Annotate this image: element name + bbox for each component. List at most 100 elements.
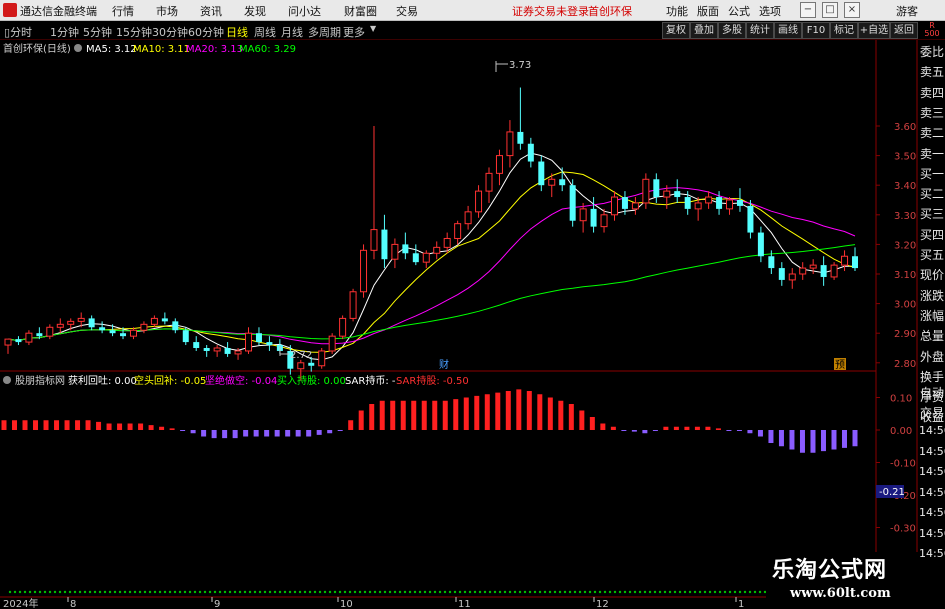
candle-body bbox=[234, 350, 242, 355]
side-quote-item[interactable]: 买一 bbox=[919, 165, 945, 182]
signal-dot bbox=[313, 590, 317, 594]
candle-body bbox=[852, 256, 858, 269]
menu-formula[interactable]: 公式 bbox=[728, 3, 750, 19]
signal-dot bbox=[478, 590, 482, 594]
side-quote-item[interactable]: 卖三 bbox=[919, 104, 945, 121]
f10-button[interactable]: F10 bbox=[802, 22, 830, 39]
indicator-bar bbox=[243, 430, 249, 437]
side-quote-item[interactable]: 买二 bbox=[919, 185, 945, 202]
side-quote-item[interactable]: 买五 bbox=[919, 246, 945, 263]
period-15min[interactable]: 15分钟 bbox=[116, 24, 152, 40]
chevron-down-icon[interactable]: ▼ bbox=[370, 24, 376, 33]
financial-event-marker[interactable]: 财 bbox=[439, 358, 449, 371]
side-quote-item[interactable]: 买三 bbox=[919, 205, 945, 222]
multi-stock-button[interactable]: 多股 bbox=[718, 22, 746, 39]
side-quote-item[interactable]: 现价 bbox=[919, 266, 945, 283]
indicator-bar bbox=[526, 391, 532, 430]
side-trade-item[interactable]: 交易 bbox=[919, 404, 945, 421]
side-quote-item[interactable]: 外盘 bbox=[919, 348, 945, 365]
settings-gear-icon[interactable] bbox=[74, 44, 82, 52]
restore-rights-button[interactable]: 复权 bbox=[662, 22, 690, 39]
candle-body bbox=[339, 317, 347, 337]
watermark: 乐淘公式网 www.60lt.com bbox=[766, 552, 918, 602]
period-5min[interactable]: 5分钟 bbox=[83, 24, 112, 40]
menu-wealth[interactable]: 财富圈 bbox=[344, 3, 377, 19]
signal-dot bbox=[128, 590, 132, 594]
price-axis: 3.60 3.50 3.40 3.30 3.20 3.10 3.00 2.90 2.80 bbox=[876, 122, 916, 370]
signal-dot bbox=[423, 590, 427, 594]
candle-body bbox=[757, 232, 764, 257]
signal-dot bbox=[118, 590, 122, 594]
signal-dot bbox=[648, 590, 652, 594]
add-watchlist-button[interactable]: +自选 bbox=[858, 22, 890, 39]
menu-ask[interactable]: 问小达 bbox=[288, 3, 321, 19]
menu-market-quotes[interactable]: 行情 bbox=[112, 3, 134, 19]
indicator-bar bbox=[253, 430, 259, 437]
signal-dot bbox=[38, 590, 42, 594]
login-notice[interactable]: 证券交易未登录 bbox=[512, 3, 589, 19]
period-30min[interactable]: 30分钟 bbox=[152, 24, 188, 40]
side-quote-item[interactable]: 卖二 bbox=[919, 124, 945, 141]
candle-body bbox=[328, 335, 336, 352]
side-trade-item[interactable]: 自动 bbox=[919, 384, 945, 401]
signal-dot bbox=[463, 590, 467, 594]
menu-market[interactable]: 市场 bbox=[156, 3, 178, 19]
signal-dot bbox=[238, 590, 242, 594]
candle-body bbox=[548, 178, 556, 186]
side-quote-item[interactable]: 总量 bbox=[919, 327, 945, 344]
side-quote-item[interactable]: 委比 bbox=[919, 43, 945, 60]
period-weekly[interactable]: 周线 bbox=[254, 24, 276, 40]
close-icon[interactable]: × bbox=[844, 2, 860, 18]
minimize-icon[interactable]: − bbox=[800, 2, 816, 18]
menu-function[interactable]: 功能 bbox=[666, 3, 688, 19]
signal-dot bbox=[293, 590, 297, 594]
indicator-bar bbox=[694, 426, 700, 430]
menu-news[interactable]: 资讯 bbox=[200, 3, 222, 19]
guest-label[interactable]: 游客 bbox=[896, 3, 918, 19]
menu-layout[interactable]: 版面 bbox=[697, 3, 719, 19]
side-quote-item[interactable]: 买四 bbox=[919, 226, 945, 243]
signal-dot bbox=[578, 590, 582, 594]
period-daily[interactable]: 日线 bbox=[226, 24, 248, 40]
side-quote-item[interactable]: 涨幅 bbox=[919, 307, 945, 324]
signal-dot bbox=[113, 590, 117, 594]
signal-dot bbox=[203, 590, 207, 594]
side-quote-item[interactable]: 换手 bbox=[919, 368, 945, 385]
period-label: 分时 bbox=[10, 26, 33, 39]
side-quote-item[interactable]: 卖一 bbox=[919, 145, 945, 162]
maximize-icon[interactable]: □ bbox=[822, 2, 838, 18]
period-timeshare[interactable]: ▯分时 bbox=[4, 24, 32, 40]
candle-body bbox=[140, 323, 148, 331]
stock-chart[interactable]: 首创环保(日线) MA5: 3.12 MA10: 3.11 MA20: 3.13… bbox=[0, 40, 945, 609]
candle-body bbox=[464, 211, 472, 225]
menu-trade[interactable]: 交易 bbox=[396, 3, 418, 19]
signal-dot bbox=[583, 590, 587, 594]
statistics-button[interactable]: 统计 bbox=[746, 22, 774, 39]
period-multi[interactable]: 多周期 bbox=[308, 24, 341, 40]
back-button[interactable]: 返回 bbox=[890, 22, 918, 39]
side-quote-item[interactable]: 卖五 bbox=[919, 63, 945, 80]
period-60min[interactable]: 60分钟 bbox=[188, 24, 224, 40]
menu-options[interactable]: 选项 bbox=[759, 3, 781, 19]
signal-dot bbox=[433, 590, 437, 594]
period-more[interactable]: 更多 bbox=[343, 24, 365, 40]
high-value: 3.73 bbox=[509, 60, 531, 71]
signal-dot bbox=[523, 590, 527, 594]
indicator-bar bbox=[148, 425, 154, 430]
overlay-button[interactable]: 叠加 bbox=[690, 22, 718, 39]
side-quote-item[interactable]: 涨跌 bbox=[919, 287, 945, 304]
draw-line-button[interactable]: 画线 bbox=[774, 22, 802, 39]
candle-body bbox=[454, 223, 462, 239]
mark-button[interactable]: 标记 bbox=[830, 22, 858, 39]
menu-discover[interactable]: 发现 bbox=[244, 3, 266, 19]
x-tick-oct: 10 bbox=[340, 599, 353, 609]
signal-dot bbox=[718, 590, 722, 594]
indicator-settings-icon[interactable] bbox=[3, 376, 11, 384]
signal-dot bbox=[223, 590, 227, 594]
signal-dot bbox=[753, 590, 757, 594]
signal-dot bbox=[83, 590, 87, 594]
side-quote-item[interactable]: 卖四 bbox=[919, 84, 945, 101]
period-1min[interactable]: 1分钟 bbox=[50, 24, 79, 40]
forecast-event-marker[interactable]: 预 bbox=[835, 359, 845, 371]
period-monthly[interactable]: 月线 bbox=[281, 24, 303, 40]
